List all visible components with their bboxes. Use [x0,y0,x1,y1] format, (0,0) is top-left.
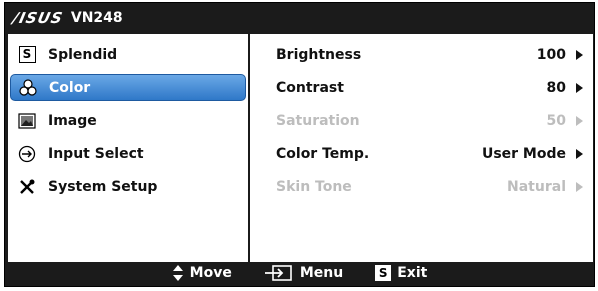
menu-panel: S Splendid Color Image Input Select Syst… [8,34,593,262]
saturation-label: Saturation [276,112,360,129]
menu-hint[interactable]: Menu [264,264,343,282]
sidebar-item-input-select[interactable]: Input Select [10,140,246,167]
chevron-right-icon [576,181,583,192]
sidebar-item-color[interactable]: Color [10,74,246,101]
brightness-row[interactable]: Brightness 100 [250,41,593,68]
sidebar-item-label: Image [48,112,97,129]
menu-label: Menu [299,265,344,281]
splendid-s-icon: S [18,46,36,64]
sidebar-item-label: System Setup [48,178,158,195]
color-temp-label: Color Temp. [276,145,370,162]
skin-tone-row: Skin Tone Natural [250,173,593,200]
brightness-value: 100 [536,46,566,63]
up-down-arrows-icon [172,264,184,282]
sidebar: S Splendid Color Image Input Select Syst… [8,34,250,262]
sidebar-item-label: Splendid [48,46,118,63]
chevron-right-icon [576,82,583,93]
exit-s-icon: S [375,265,392,281]
chevron-right-icon [576,148,583,159]
footer-bar: Move Menu S Exit [5,260,594,286]
move-label: Move [189,265,232,281]
sidebar-item-system-setup[interactable]: System Setup [10,173,246,200]
move-hint[interactable]: Move [172,264,232,282]
skin-tone-label: Skin Tone [276,178,352,195]
chevron-right-icon [576,115,583,126]
sidebar-item-label: Input Select [48,145,144,162]
exit-hint[interactable]: S Exit [375,265,427,281]
brand-logo: /ISUS [11,9,65,27]
color-palette-icon [19,78,37,97]
sidebar-item-label: Color [49,79,91,96]
sidebar-item-splendid[interactable]: S Splendid [10,41,246,68]
title-bar: /ISUS VN248 [5,3,594,33]
settings-list: Brightness 100 Contrast 80 Saturation 50 [250,34,593,262]
tools-icon [18,178,36,196]
skin-tone-value: Natural [507,178,566,195]
color-temp-row[interactable]: Color Temp. User Mode [250,140,593,167]
enter-menu-icon [264,264,294,282]
model-name: VN248 [70,10,123,26]
input-arrow-icon [18,145,36,163]
color-temp-value: User Mode [481,145,566,162]
contrast-row[interactable]: Contrast 80 [250,74,593,101]
brightness-label: Brightness [276,46,362,63]
image-icon [18,112,36,130]
saturation-value: 50 [546,112,566,129]
contrast-label: Contrast [276,79,344,96]
exit-label: Exit [397,265,428,281]
chevron-right-icon [576,49,583,60]
contrast-value: 80 [546,79,566,96]
osd-window: /ISUS VN248 S Splendid Color Image Input… [4,2,595,287]
saturation-row: Saturation 50 [250,107,593,134]
sidebar-item-image[interactable]: Image [10,107,246,134]
